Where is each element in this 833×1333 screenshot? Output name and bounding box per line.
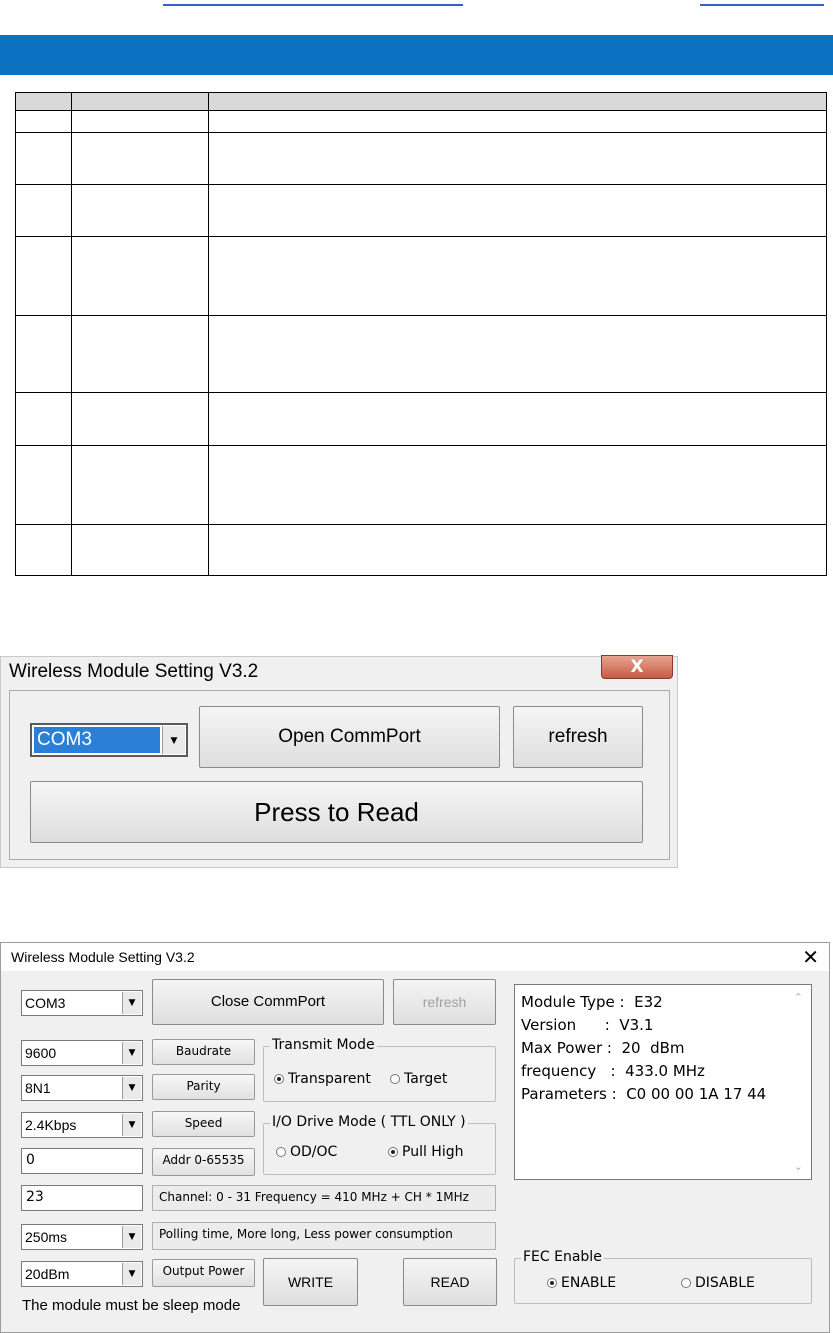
window-title: Wireless Module Setting V3.2	[9, 661, 259, 682]
odoc-label: OD/OC	[290, 1144, 338, 1160]
enable-radio[interactable]: ENABLE	[547, 1275, 616, 1291]
info-version: Version : V3.1	[521, 1016, 654, 1034]
port-select[interactable]: COM3 ▼	[21, 990, 143, 1016]
table-row	[15, 315, 827, 393]
refresh-button[interactable]: refresh	[513, 706, 643, 768]
target-label: Target	[404, 1071, 448, 1087]
parity-value: 8N1	[25, 1080, 51, 1096]
top-link-right[interactable]	[700, 0, 824, 6]
info-frequency: frequency : 433.0 MHz	[521, 1062, 705, 1080]
address-button[interactable]: Addr 0-65535	[152, 1148, 255, 1176]
parity-select[interactable]: 8N1 ▼	[21, 1075, 143, 1101]
port-select[interactable]: COM3 ▼	[30, 723, 188, 757]
window-title: Wireless Module Setting V3.2	[11, 949, 195, 965]
transparent-label: Transparent	[288, 1071, 371, 1087]
address-input[interactable]: 0	[21, 1148, 143, 1174]
polling-label: Polling time, More long, Less power cons…	[152, 1222, 496, 1250]
baudrate-button[interactable]: Baudrate	[152, 1039, 255, 1065]
io-drive-mode-label: I/O Drive Mode ( TTL ONLY )	[270, 1114, 468, 1130]
transmit-mode-label: Transmit Mode	[270, 1037, 377, 1053]
refresh-button-disabled[interactable]: refresh	[393, 979, 496, 1025]
scroll-up-icon[interactable]: ⌃	[794, 991, 803, 1004]
table-row	[15, 392, 827, 446]
odoc-radio[interactable]: OD/OC	[276, 1144, 337, 1160]
table-row	[15, 184, 827, 237]
output-power-button[interactable]: Output Power	[152, 1259, 255, 1287]
info-parameters: Parameters : C0 00 00 1A 17 44	[521, 1085, 767, 1103]
fec-enable-label: FEC Enable	[521, 1249, 604, 1265]
port-select-value: COM3	[25, 995, 66, 1011]
info-max-power: Max Power : 20 dBm	[521, 1039, 685, 1057]
power-select[interactable]: 20dBm ▼	[21, 1261, 143, 1287]
disable-label: DISABLE	[695, 1275, 755, 1291]
close-icon[interactable]: ✕	[802, 945, 819, 970]
fec-enable-group: FEC Enable ENABLE DISABLE	[514, 1249, 812, 1304]
chevron-down-icon[interactable]: ▼	[122, 992, 141, 1014]
target-radio[interactable]: Target	[390, 1071, 447, 1087]
table-row	[15, 132, 827, 185]
radio-selected-icon	[274, 1074, 284, 1084]
module-info-box[interactable]: Module Type : E32 Version : V3.1 Max Pow…	[514, 984, 812, 1180]
chevron-down-icon[interactable]: ▼	[122, 1042, 141, 1064]
scroll-down-icon[interactable]: ⌄	[794, 1160, 803, 1173]
channel-input[interactable]: 23	[21, 1185, 143, 1211]
radio-selected-icon	[388, 1147, 398, 1157]
parity-button[interactable]: Parity	[152, 1074, 255, 1100]
speed-select[interactable]: 2.4Kbps ▼	[21, 1112, 143, 1138]
polling-select[interactable]: 250ms ▼	[21, 1224, 143, 1250]
channel-label: Channel: 0 - 31 Frequency = 410 MHz + CH…	[152, 1185, 496, 1211]
top-link-left[interactable]	[163, 0, 463, 6]
info-module-type: Module Type : E32	[521, 993, 663, 1011]
close-commport-button[interactable]: Close CommPort	[152, 979, 384, 1025]
settings-window-closed: Wireless Module Setting V3.2 X COM3 ▼ Op…	[0, 655, 678, 868]
write-button[interactable]: WRITE	[263, 1258, 358, 1306]
close-button[interactable]: X	[601, 655, 673, 679]
table-row	[15, 236, 827, 316]
radio-icon	[390, 1074, 400, 1084]
pullhigh-label: Pull High	[402, 1144, 464, 1160]
open-commport-button[interactable]: Open CommPort	[199, 706, 500, 768]
speed-button[interactable]: Speed	[152, 1111, 255, 1137]
transparent-radio[interactable]: Transparent	[274, 1071, 371, 1087]
port-panel: COM3 ▼ Open CommPort refresh Press to Re…	[9, 690, 670, 860]
chevron-down-icon[interactable]: ▼	[122, 1263, 141, 1285]
power-value: 20dBm	[25, 1266, 70, 1282]
chevron-down-icon[interactable]: ▼	[122, 1226, 141, 1248]
press-to-read-button[interactable]: Press to Read	[30, 781, 643, 843]
radio-icon	[681, 1278, 691, 1288]
section-banner	[0, 35, 833, 75]
enable-label: ENABLE	[561, 1275, 617, 1291]
baudrate-select[interactable]: 9600 ▼	[21, 1040, 143, 1066]
spec-table	[15, 92, 827, 576]
radio-icon	[276, 1147, 286, 1157]
title-bar: Wireless Module Setting V3.2 ✕	[1, 943, 829, 971]
speed-value: 2.4Kbps	[25, 1117, 77, 1133]
disable-radio[interactable]: DISABLE	[681, 1275, 755, 1291]
baudrate-value: 9600	[25, 1045, 57, 1061]
sleep-mode-note: The module must be sleep mode	[22, 1297, 241, 1314]
io-drive-mode-group: I/O Drive Mode ( TTL ONLY ) OD/OC Pull H…	[263, 1114, 496, 1175]
polling-value: 250ms	[25, 1229, 68, 1245]
read-button[interactable]: READ	[403, 1258, 497, 1306]
radio-selected-icon	[547, 1278, 557, 1288]
chevron-down-icon[interactable]: ▼	[122, 1077, 141, 1099]
pullhigh-radio[interactable]: Pull High	[388, 1144, 463, 1160]
port-select-value: COM3	[34, 727, 160, 753]
table-row	[15, 110, 827, 133]
table-row	[15, 524, 827, 576]
chevron-down-icon[interactable]: ▼	[122, 1114, 141, 1136]
table-header-row	[15, 92, 827, 111]
chevron-down-icon[interactable]: ▼	[162, 726, 185, 754]
table-row	[15, 445, 827, 525]
transmit-mode-group: Transmit Mode Transparent Target	[263, 1037, 496, 1102]
